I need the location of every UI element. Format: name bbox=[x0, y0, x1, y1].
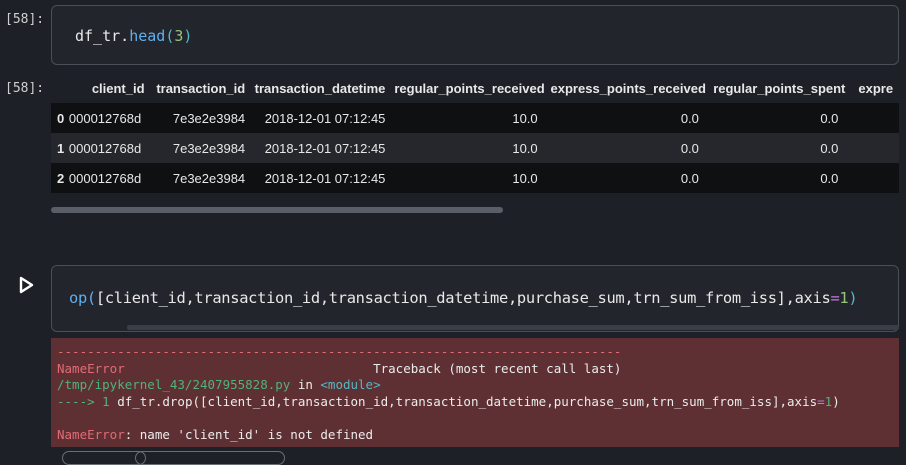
output-horizontal-scrollbar[interactable] bbox=[51, 207, 503, 213]
table-cell: 0.0 bbox=[680, 110, 699, 126]
traceback-module: <module> bbox=[320, 377, 381, 392]
cell-toolbar-button[interactable] bbox=[62, 451, 146, 465]
code-paren: ) bbox=[848, 289, 858, 307]
table-cell: 0.0 bbox=[680, 170, 699, 186]
traceback-arrow: ----> 1 bbox=[57, 393, 118, 409]
table-cell: 10.0 bbox=[512, 110, 538, 126]
dataframe-output: client_id transaction_id transaction_dat… bbox=[51, 73, 899, 197]
table-cell: 0.0 bbox=[820, 110, 839, 126]
code-arguments: [client_id,transaction_id,transaction_da… bbox=[95, 289, 831, 307]
code-function: op( bbox=[69, 289, 96, 307]
column-header bbox=[51, 73, 69, 103]
column-header: expre bbox=[850, 73, 899, 103]
code-paren: ) bbox=[183, 27, 193, 45]
traceback-code-args: [client_id,transaction_id,transaction_da… bbox=[200, 393, 818, 409]
cell-prompt: [58]: bbox=[5, 12, 45, 27]
table-cell: 000012768d bbox=[68, 110, 142, 126]
code-line: op([client_id,transaction_id,transaction… bbox=[69, 289, 858, 307]
output-prompt: [58]: bbox=[5, 81, 45, 96]
code-cell-input[interactable]: df_tr.head(3) bbox=[51, 5, 899, 65]
table-cell: 10.0 bbox=[512, 170, 538, 186]
table-row: 2 000012768d 7e3e2e3984 2018-12-01 07:12… bbox=[51, 163, 899, 193]
traceback-in: in bbox=[290, 377, 321, 392]
table-cell bbox=[850, 103, 899, 133]
traceback-file: /tmp/ipykernel_43/2407955828.py bbox=[57, 377, 291, 392]
error-type: NameError bbox=[57, 360, 125, 376]
dataframe-table: client_id transaction_id transaction_dat… bbox=[51, 73, 899, 193]
traceback-header: Traceback (most recent call last) bbox=[373, 360, 622, 376]
error-divider: ----------------------------------------… bbox=[57, 344, 622, 359]
table-cell: 0.0 bbox=[820, 140, 839, 156]
code-object: df_tr. bbox=[75, 27, 130, 45]
code-cell-input[interactable]: op([client_id,transaction_id,transaction… bbox=[51, 265, 899, 332]
run-cell-button[interactable] bbox=[17, 276, 35, 294]
table-cell bbox=[850, 163, 899, 193]
table-header-row: client_id transaction_id transaction_dat… bbox=[51, 73, 899, 103]
error-message-type: NameError bbox=[57, 426, 125, 442]
table-cell: 7e3e2e3984 bbox=[172, 170, 246, 186]
table-cell: 7e3e2e3984 bbox=[172, 110, 246, 126]
error-output: ----------------------------------------… bbox=[51, 338, 899, 447]
row-index: 0 bbox=[57, 110, 65, 126]
code-line: df_tr.head(3) bbox=[75, 27, 192, 45]
column-header: transaction_datetime bbox=[250, 73, 391, 103]
column-header: regular_points_received bbox=[390, 73, 550, 103]
cell-toolbar-button[interactable] bbox=[135, 451, 285, 465]
code-function: head bbox=[129, 27, 166, 45]
traceback-code-close: ) bbox=[832, 393, 840, 409]
table-cell: 2018-12-01 07:12:45 bbox=[264, 170, 386, 186]
code-horizontal-scrollbar[interactable] bbox=[127, 325, 899, 330]
column-header: express_points_received bbox=[549, 73, 711, 103]
code-paren: ( bbox=[165, 27, 175, 45]
table-cell: 2018-12-01 07:12:45 bbox=[264, 140, 386, 156]
row-index: 1 bbox=[57, 140, 65, 156]
row-index: 2 bbox=[57, 170, 65, 186]
table-row: 0 000012768d 7e3e2e3984 2018-12-01 07:12… bbox=[51, 103, 899, 133]
table-cell: 000012768d bbox=[68, 170, 142, 186]
traceback-code-operator: = bbox=[817, 393, 825, 409]
table-cell: 7e3e2e3984 bbox=[172, 140, 246, 156]
table-cell: 2018-12-01 07:12:45 bbox=[264, 110, 386, 126]
column-header: client_id bbox=[68, 73, 153, 103]
error-message: : name 'client_id' is not defined bbox=[124, 426, 374, 442]
table-cell bbox=[850, 133, 899, 163]
table-cell: 000012768d bbox=[68, 140, 142, 156]
column-header: transaction_id bbox=[152, 73, 251, 103]
table-cell: 0.0 bbox=[680, 140, 699, 156]
column-header: regular_points_spent bbox=[710, 73, 851, 103]
play-icon bbox=[19, 276, 34, 294]
traceback-code: df_tr.drop( bbox=[117, 393, 201, 409]
table-cell: 10.0 bbox=[512, 140, 538, 156]
table-row: 1 000012768d 7e3e2e3984 2018-12-01 07:12… bbox=[51, 133, 899, 163]
table-cell: 0.0 bbox=[820, 170, 839, 186]
